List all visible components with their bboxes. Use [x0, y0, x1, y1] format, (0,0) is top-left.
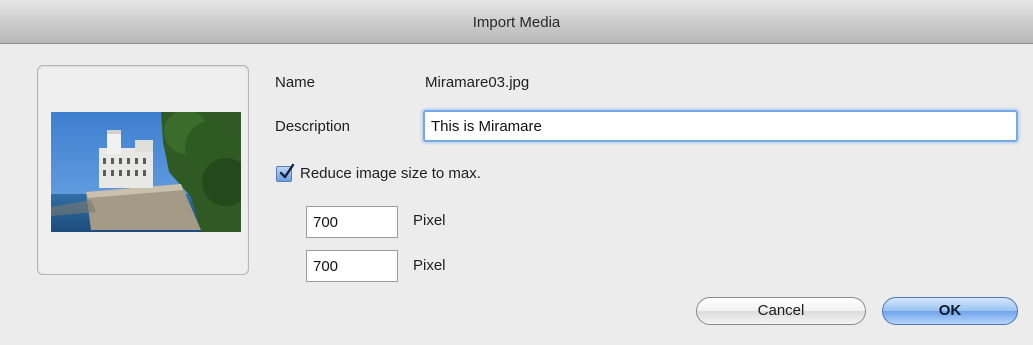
import-media-dialog: Import Media Name Miramare03.jpg Descrip… — [0, 0, 1033, 345]
castle-photo — [51, 112, 241, 232]
file-name-value: Miramare03.jpg — [425, 74, 530, 91]
reduce-size-checkbox[interactable] — [276, 163, 295, 182]
checkmark-icon — [279, 163, 295, 179]
max-height-field[interactable] — [306, 250, 398, 282]
image-preview-well — [37, 65, 249, 275]
max-width-field[interactable] — [306, 206, 398, 238]
window-title: Import Media — [472, 14, 561, 31]
title-bar[interactable]: Import Media — [0, 0, 1033, 44]
reduce-size-label[interactable]: Reduce image size to max. — [300, 165, 481, 182]
image-thumbnail — [51, 112, 241, 232]
ok-button[interactable]: OK — [882, 297, 1018, 325]
description-label: Description — [275, 118, 351, 135]
cancel-button[interactable]: Cancel — [696, 297, 866, 325]
name-label: Name — [275, 74, 316, 91]
height-unit-label: Pixel — [413, 257, 446, 274]
description-field[interactable] — [423, 110, 1018, 142]
width-unit-label: Pixel — [413, 212, 446, 229]
